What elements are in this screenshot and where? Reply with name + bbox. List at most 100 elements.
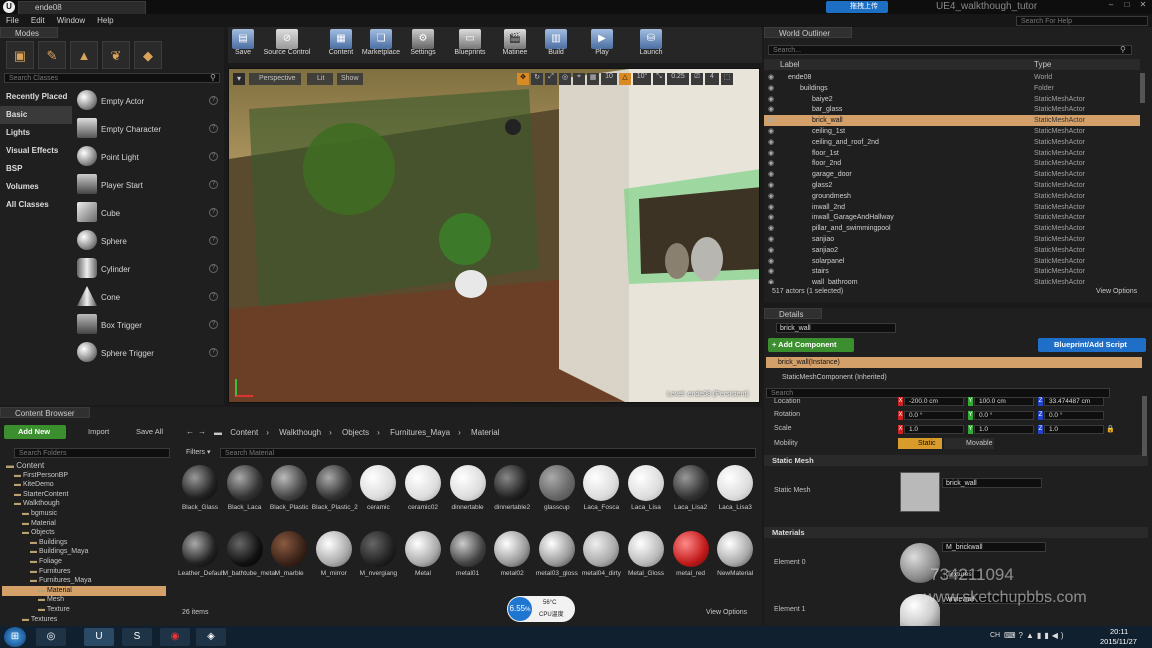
material-asset[interactable]: metal04_dirty [579, 527, 623, 587]
modes-tab[interactable]: Modes [0, 27, 58, 38]
folder-tree-item[interactable]: ▬ Furnitures_Maya [2, 576, 166, 586]
import-button[interactable]: Import [74, 425, 118, 439]
visibility-eye-icon[interactable]: ◉ [768, 212, 774, 223]
camera-speed-icon[interactable]: ⎚ [691, 73, 703, 85]
save-all-button[interactable]: Save All [126, 425, 176, 439]
location-z[interactable]: 33.474487 cm [1044, 397, 1104, 406]
visibility-eye-icon[interactable]: ◉ [768, 191, 774, 202]
material-asset[interactable]: metal03_gloss [535, 527, 579, 587]
folder-tree-item[interactable]: ▬ FirstPersonBP [2, 471, 166, 481]
taskbar-app-1[interactable]: ◎ [36, 628, 66, 646]
folder-tree-item[interactable]: ▬ Material [2, 585, 166, 596]
material-asset[interactable]: M_mirror [312, 527, 356, 587]
actor-name-field[interactable]: brick_wall [776, 323, 896, 333]
outliner-row[interactable]: ◉ garage_door StaticMeshActor [764, 169, 1140, 180]
place-item-player-start[interactable]: Player Start? [74, 172, 222, 198]
visibility-eye-icon[interactable]: ◉ [768, 277, 774, 284]
visibility-eye-icon[interactable]: ◉ [768, 266, 774, 277]
scale-y[interactable]: 1.0 [974, 425, 1034, 434]
folder-tree-item[interactable]: ▬ Buildings_Maya [2, 547, 166, 557]
place-item-cone[interactable]: Cone? [74, 284, 222, 310]
launch-button[interactable]: ⛁ Launch [636, 29, 666, 63]
maximize-button[interactable]: □ [1120, 0, 1134, 12]
landscape-mode-icon[interactable]: ▲ [70, 41, 98, 69]
outliner-row[interactable]: ◉ sanjiao2 StaticMeshActor [764, 245, 1140, 256]
rotation-z[interactable]: 0.0 ° [1044, 411, 1104, 420]
perspective-dropdown[interactable]: Perspective [249, 73, 301, 85]
marketplace-button[interactable]: ❏ Marketplace [360, 29, 402, 63]
category-recently-placed[interactable]: Recently Placed [0, 88, 72, 106]
category-volumes[interactable]: Volumes [0, 178, 72, 196]
translate-icon[interactable]: ✥ [517, 73, 529, 85]
upload-button[interactable]: 拖拽上传 [826, 1, 888, 13]
outliner-view-options[interactable]: View Options [1096, 288, 1137, 295]
add-new-button[interactable]: Add New [4, 425, 66, 439]
level-viewport[interactable]: ▾ Perspective Lit Show ✥ ↻ ⤢ ◎ ⌖ ▦ 10 △ … [228, 68, 760, 403]
menu-edit[interactable]: Edit [31, 14, 45, 27]
outliner-row[interactable]: ◉ glass2 StaticMeshActor [764, 180, 1140, 191]
outliner-row[interactable]: ◉ floor_2nd StaticMeshActor [764, 158, 1140, 169]
rotation-snap-icon[interactable]: △ [619, 73, 631, 85]
mobility-movable-button[interactable]: Movable [944, 438, 994, 449]
scale-x[interactable]: 1.0 [904, 425, 964, 434]
material-asset[interactable]: M_marble [267, 527, 311, 587]
category-all-classes[interactable]: All Classes [0, 196, 72, 214]
visibility-eye-icon[interactable]: ◉ [768, 148, 774, 159]
geometry-mode-icon[interactable]: ◆ [134, 41, 162, 69]
material-asset[interactable]: Laca_Lisa [624, 461, 668, 521]
folder-tree-item[interactable]: ▬ Texture [2, 605, 166, 615]
material-asset[interactable]: Black_Laca [223, 461, 267, 521]
component-instance-row[interactable]: brick_wall(Instance) [766, 357, 1142, 368]
outliner-row[interactable]: ◉ brick_wall StaticMeshActor [764, 115, 1140, 127]
material-asset[interactable]: Laca_Fosca [579, 461, 623, 521]
breadcrumb-furnitures-maya[interactable]: Furnitures_Maya [390, 428, 450, 437]
material-asset[interactable]: glasscup [535, 461, 579, 521]
material-asset[interactable]: dinnertable2 [490, 461, 534, 521]
blueprint-script-button[interactable]: Blueprint/Add Script [1038, 338, 1146, 352]
visibility-eye-icon[interactable]: ◉ [768, 126, 774, 137]
menu-help[interactable]: Help [97, 14, 113, 27]
visibility-eye-icon[interactable]: ◉ [768, 104, 774, 115]
search-material-input[interactable]: Search Material [220, 448, 756, 458]
place-item-empty-actor[interactable]: Empty Actor? [74, 88, 222, 114]
outliner-row[interactable]: ◉ ende08 World [764, 72, 1140, 83]
matinee-button[interactable]: 🎬 Matinee [500, 29, 530, 63]
outliner-row[interactable]: ◉ pillar_and_swimmingpool StaticMeshActor [764, 223, 1140, 234]
scale-snap-icon[interactable]: ⤡ [653, 73, 665, 85]
outliner-row[interactable]: ◉ ceiling_and_roof_2nd StaticMeshActor [764, 137, 1140, 148]
show-dropdown[interactable]: Show [337, 73, 363, 85]
place-item-box-trigger[interactable]: Box Trigger? [74, 312, 222, 338]
settings-button[interactable]: ⚙ Settings [408, 29, 438, 63]
place-item-sphere-trigger[interactable]: Sphere Trigger? [74, 340, 222, 366]
material-asset[interactable]: NewMaterial [713, 527, 757, 587]
ime-indicator[interactable]: CH [990, 632, 1000, 639]
component-inherited-row[interactable]: StaticMeshComponent (Inherited) [766, 372, 1142, 383]
folder-tree-item[interactable]: ▬ Walkthough [2, 499, 166, 509]
outliner-row[interactable]: ◉ bar_glass StaticMeshActor [764, 104, 1140, 115]
lit-dropdown[interactable]: Lit [307, 73, 333, 85]
details-tab[interactable]: Details [764, 308, 822, 319]
visibility-eye-icon[interactable]: ◉ [768, 223, 774, 234]
visibility-eye-icon[interactable]: ◉ [768, 115, 774, 126]
menu-file[interactable]: File [6, 14, 19, 27]
place-item-cube[interactable]: Cube? [74, 200, 222, 226]
folder-tree-item[interactable]: ▬ Foliage [2, 557, 166, 567]
breadcrumb-content[interactable]: Content [230, 428, 258, 437]
breadcrumb-objects[interactable]: Objects [342, 428, 369, 437]
minimize-button[interactable]: – [1104, 0, 1118, 12]
folder-tree-item[interactable]: ▬ Content [2, 461, 166, 471]
folder-tree-item[interactable]: ▬ Textures [2, 615, 166, 623]
material-asset[interactable]: Black_Glass [178, 461, 222, 521]
content-browser-tab[interactable]: Content Browser [0, 407, 90, 418]
breadcrumb-walkthough[interactable]: Walkthough [279, 428, 321, 437]
category-visual-effects[interactable]: Visual Effects [0, 142, 72, 160]
folder-tree-item[interactable]: ▬ Objects [2, 528, 166, 538]
maximize-viewport-icon[interactable]: ⬚ [721, 73, 733, 85]
static-mesh-section[interactable]: Static Mesh [764, 455, 1148, 466]
folder-tree-item[interactable]: ▬ StarterContent [2, 490, 166, 500]
folder-tree-item[interactable]: ▬ Buildings [2, 538, 166, 548]
camera-speed[interactable]: 4 [705, 73, 719, 85]
viewport-options-button[interactable]: ▾ [233, 73, 245, 85]
material-asset[interactable]: ceramic02 [401, 461, 445, 521]
material-asset[interactable]: metal_red [669, 527, 713, 587]
